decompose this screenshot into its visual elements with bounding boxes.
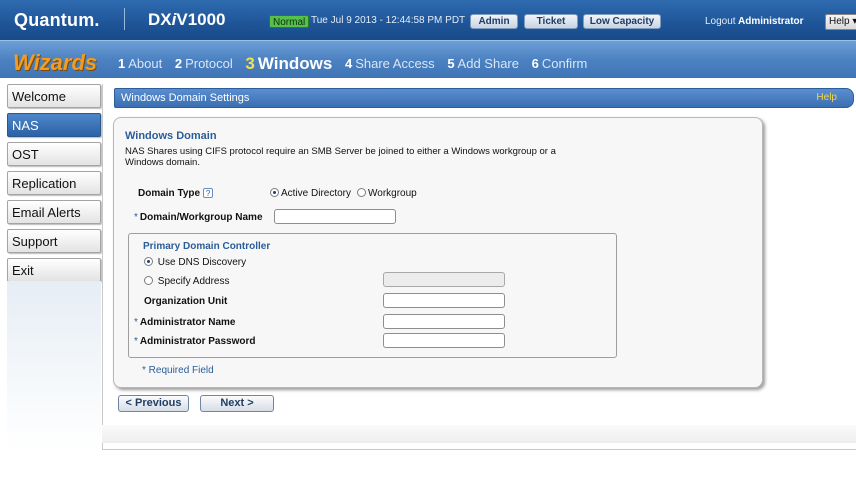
org-unit-label: Organization Unit	[144, 296, 228, 307]
product-name: DXiV1000	[148, 10, 226, 29]
panel-description: NAS Shares using CIFS protocol require a…	[125, 146, 556, 168]
sidebar-nav: Welcome NAS OST Replication Email Alerts…	[7, 84, 101, 287]
main-content: Windows Domain Settings Help Windows Dom…	[102, 84, 856, 450]
domain-name-input[interactable]	[274, 209, 396, 224]
admin-password-input[interactable]	[383, 333, 505, 348]
domain-type-label: Domain Type?	[138, 188, 214, 199]
current-user: Administrator	[738, 16, 804, 27]
radio-active-directory[interactable]: Active Directory	[270, 188, 351, 199]
wizard-step-about[interactable]: 1 About	[118, 56, 162, 71]
sidebar-item-support[interactable]: Support	[7, 229, 101, 253]
wizards-title: Wizards	[13, 50, 98, 75]
required-field-note: * Required Field	[142, 365, 214, 376]
top-header: Quantum. DXiV1000 Normal Tue Jul 9 2013 …	[0, 0, 856, 40]
admin-name-input[interactable]	[383, 314, 505, 329]
help-menu-button[interactable]: Help ▾	[825, 14, 856, 30]
sidebar-item-nas[interactable]: NAS	[7, 113, 101, 137]
radio-selected-icon	[270, 188, 279, 197]
help-icon[interactable]: ?	[203, 188, 214, 199]
wizard-steps: 1 About 2 Protocol 3 Windows 4 Share Access …	[118, 53, 596, 73]
radio-unselected-icon	[144, 276, 153, 285]
windows-domain-panel: Windows Domain NAS Shares using CIFS pro…	[113, 117, 763, 388]
wizard-step-protocol[interactable]: 2 Protocol	[175, 56, 233, 71]
radio-selected-icon	[144, 257, 153, 266]
section-header: Windows Domain Settings Help	[114, 88, 854, 108]
sidebar-background	[7, 281, 101, 451]
wizard-step-share-access[interactable]: 4 Share Access	[345, 56, 435, 71]
mode-badge: Normal	[269, 15, 310, 28]
sidebar-item-exit[interactable]: Exit	[7, 258, 101, 282]
sidebar-item-replication[interactable]: Replication	[7, 171, 101, 195]
primary-domain-controller-group: Primary Domain Controller Use DNS Discov…	[128, 233, 617, 358]
domain-name-label: * Domain/Workgroup Name	[134, 212, 263, 223]
system-datetime: Tue Jul 9 2013 - 12:44:58 PM PDT	[311, 15, 466, 26]
section-help-link[interactable]: Help	[816, 92, 837, 103]
radio-use-dns-discovery[interactable]: Use DNS Discovery	[144, 257, 246, 268]
admin-name-label: * Administrator Name	[134, 317, 236, 328]
content-footer-strip	[102, 425, 856, 443]
wizard-step-add-share[interactable]: 5 Add Share	[447, 56, 519, 71]
org-unit-input[interactable]	[383, 293, 505, 308]
low-capacity-button[interactable]: Low Capacity	[583, 14, 661, 29]
sidebar-item-email-alerts[interactable]: Email Alerts	[7, 200, 101, 224]
brand-divider	[124, 8, 125, 30]
pdc-title: Primary Domain Controller	[143, 241, 271, 252]
radio-unselected-icon	[357, 188, 366, 197]
sidebar-item-ost[interactable]: OST	[7, 142, 101, 166]
section-title: Windows Domain Settings	[121, 92, 250, 104]
admin-password-label: * Administrator Password	[134, 336, 256, 347]
brand-logo: Quantum.	[14, 10, 100, 30]
wizard-step-bar: Wizards 1 About 2 Protocol 3 Windows 4 Share…	[0, 40, 856, 78]
radio-workgroup[interactable]: Workgroup	[357, 188, 417, 199]
admin-button[interactable]: Admin	[470, 14, 518, 29]
ticket-button[interactable]: Ticket	[524, 14, 578, 29]
radio-specify-address[interactable]: Specify Address	[144, 276, 230, 287]
panel-title: Windows Domain	[125, 130, 217, 142]
wizard-step-confirm[interactable]: 6 Confirm	[532, 56, 588, 71]
sidebar-item-welcome[interactable]: Welcome	[7, 84, 101, 108]
wizard-step-windows: 3 Windows	[245, 54, 333, 73]
pdc-address-input[interactable]	[383, 272, 505, 287]
previous-button[interactable]: < Previous	[118, 395, 189, 412]
logout-link[interactable]: Logout	[705, 16, 736, 27]
next-button[interactable]: Next >	[200, 395, 274, 412]
